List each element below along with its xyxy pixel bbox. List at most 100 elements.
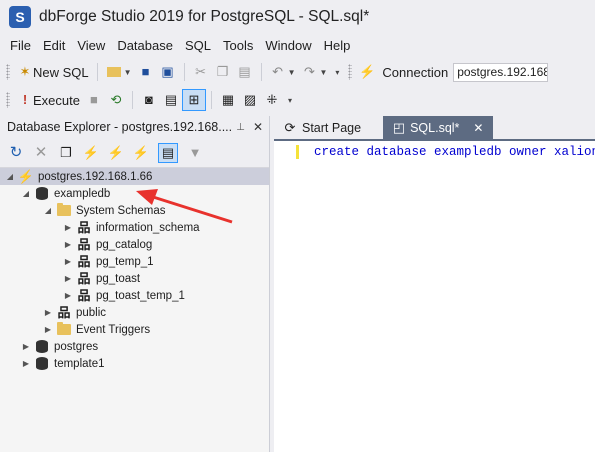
expand-arrow-icon[interactable]: ▶ — [62, 274, 74, 283]
tree-node-schema[interactable]: ▶ 品 pg_catalog — [62, 236, 152, 253]
connection-select[interactable]: postgres.192.168 — [453, 62, 549, 82]
close-tab-icon[interactable]: ✕ — [473, 121, 483, 135]
tab-label: Start Page — [302, 120, 362, 135]
text-mode-button[interactable]: ⊞ — [181, 89, 206, 111]
new-sql-label: New SQL — [33, 64, 89, 80]
expand-arrow-icon[interactable]: ▶ — [42, 325, 54, 334]
collapse-arrow-icon[interactable]: ◢ — [4, 172, 16, 181]
expand-arrow-icon[interactable]: ▶ — [42, 308, 54, 317]
toolbar-grip[interactable] — [6, 64, 10, 80]
filter-icon[interactable]: ▼ — [187, 145, 203, 161]
redo-icon: ↷ — [304, 64, 315, 79]
schema-icon: 品 — [77, 270, 91, 286]
tree-node-label: pg_temp_1 — [96, 255, 154, 268]
query-profiler-button[interactable]: ◙ — [138, 89, 160, 111]
edit-connection-icon[interactable]: ⚡ — [133, 145, 149, 161]
schema-icon: 品 — [77, 287, 91, 303]
tree-node-postgres[interactable]: ▶ postgres — [20, 338, 98, 355]
chevron-down-icon: ▼ — [287, 67, 296, 77]
disconnect-icon[interactable]: ⚡ — [108, 145, 124, 161]
new-sql-button[interactable]: ✶ New SQL — [14, 61, 92, 83]
execute-to-cursor-button[interactable]: ⟲ — [105, 89, 127, 111]
expand-arrow-icon[interactable]: ▶ — [62, 223, 74, 232]
schema-icon: 品 — [77, 253, 91, 269]
toolbar-overflow-button[interactable]: ▾ — [330, 61, 342, 83]
grid-text-icon: ⊞ — [188, 92, 200, 107]
tree-node-label: pg_toast_temp_1 — [96, 289, 185, 302]
menu-file[interactable]: File — [4, 38, 37, 53]
save-button[interactable]: ■ — [135, 61, 157, 83]
undo-button[interactable]: ↶ ▼ — [267, 61, 299, 83]
database-icon — [34, 186, 50, 202]
sql-code-line[interactable]: create database exampledb owner xalion; — [314, 145, 595, 159]
tree-node-exampledb[interactable]: ◢ exampledb — [20, 185, 110, 202]
tree-node-public[interactable]: ▶ 品 public — [42, 304, 106, 321]
tab-sql[interactable]: ◰ SQL.sql* ✕ — [383, 116, 494, 139]
window-title: dbForge Studio 2019 for PostgreSQL - SQL… — [39, 8, 370, 25]
save-all-button[interactable]: ▣ — [157, 61, 179, 83]
tree-node-schema[interactable]: ▶ 品 pg_temp_1 — [62, 253, 154, 270]
open-button[interactable]: ▼ — [103, 61, 135, 83]
cut-icon: ✂ — [195, 64, 207, 79]
document-button[interactable]: ▤ — [160, 89, 182, 111]
paste-button[interactable]: ▤ — [234, 61, 256, 83]
cut-button[interactable]: ✂ — [190, 61, 212, 83]
toolbar-separator — [210, 91, 212, 109]
collapse-arrow-icon[interactable]: ◢ — [42, 206, 54, 215]
explorer-tree: ◢ ⚡ postgres.192.168.1.66 ◢ exampledb ◢ … — [0, 168, 269, 452]
tree-node-event-triggers[interactable]: ▶ Event Triggers — [42, 321, 150, 338]
stop-icon: ■ — [90, 92, 98, 107]
menu-sql[interactable]: SQL — [179, 38, 217, 53]
copy-button[interactable]: ❐ — [212, 61, 234, 83]
connection-icon-button[interactable]: ⚡ — [356, 61, 378, 83]
expand-arrow-icon[interactable]: ▶ — [62, 240, 74, 249]
expand-arrow-icon[interactable]: ▶ — [20, 359, 32, 368]
execute-label: Execute — [33, 92, 80, 108]
tree-node-system-schemas[interactable]: ◢ System Schemas — [42, 202, 165, 219]
tree-node-label: Event Triggers — [76, 323, 151, 336]
image-button[interactable]: ▨ — [239, 89, 261, 111]
database-icon — [34, 356, 50, 372]
expand-arrow-icon[interactable]: ▶ — [20, 342, 32, 351]
expand-arrow-icon[interactable]: ▶ — [62, 257, 74, 266]
tree-node-schema[interactable]: ▶ 品 pg_toast_temp_1 — [62, 287, 185, 304]
sql-editor[interactable]: create database exampledb owner xalion; — [274, 141, 595, 452]
menu-window[interactable]: Window — [259, 38, 317, 53]
duplicate-icon[interactable]: ❐ — [58, 145, 74, 161]
open-folder-icon — [106, 64, 122, 80]
layout-button[interactable]: ▦ — [217, 89, 239, 111]
pin-icon[interactable]: ⊥ — [236, 122, 245, 133]
toolbar-grip[interactable] — [6, 92, 10, 108]
toolbar2-overflow-button[interactable]: ▾ — [283, 89, 295, 111]
menu-tools[interactable]: Tools — [217, 38, 259, 53]
stop-button[interactable]: ■ — [83, 89, 105, 111]
new-connection-icon[interactable]: ⚡ — [83, 145, 99, 161]
tree-node-schema[interactable]: ▶ 品 information_schema — [62, 219, 200, 236]
refresh-icon[interactable]: ↻ — [8, 144, 24, 161]
tree-node-server[interactable]: ◢ ⚡ postgres.192.168.1.66 — [0, 168, 269, 185]
server-plug-icon: ⚡ — [17, 168, 35, 184]
start-page-icon: ⟳ — [284, 119, 296, 135]
delete-icon[interactable]: ✕ — [33, 144, 49, 161]
menu-help[interactable]: Help — [318, 38, 357, 53]
execute-icon: ! — [22, 92, 28, 107]
tab-start-page[interactable]: ⟳ Start Page — [274, 116, 369, 139]
close-icon[interactable]: ✕ — [253, 120, 263, 134]
redo-button[interactable]: ↷ ▼ — [298, 61, 330, 83]
document-tabs: ⟳ Start Page ◰ SQL.sql* ✕ — [274, 116, 595, 139]
format-button[interactable]: ⁜ — [261, 89, 283, 111]
editor-gutter — [274, 141, 296, 452]
menu-edit[interactable]: Edit — [37, 38, 71, 53]
undo-icon: ↶ — [272, 64, 284, 79]
expand-arrow-icon[interactable]: ▶ — [62, 291, 74, 300]
document-view-icon[interactable]: ▤ — [158, 142, 178, 163]
execute-button[interactable]: ! Execute — [14, 89, 83, 111]
menu-view[interactable]: View — [71, 38, 111, 53]
database-icon — [34, 339, 50, 355]
toolbar-grip[interactable] — [348, 64, 353, 80]
tree-node-template1[interactable]: ▶ template1 — [20, 355, 105, 372]
menu-database[interactable]: Database — [111, 38, 179, 53]
toolbar-separator — [131, 91, 133, 109]
collapse-arrow-icon[interactable]: ◢ — [20, 189, 32, 198]
tree-node-schema[interactable]: ▶ 品 pg_toast — [62, 270, 140, 287]
